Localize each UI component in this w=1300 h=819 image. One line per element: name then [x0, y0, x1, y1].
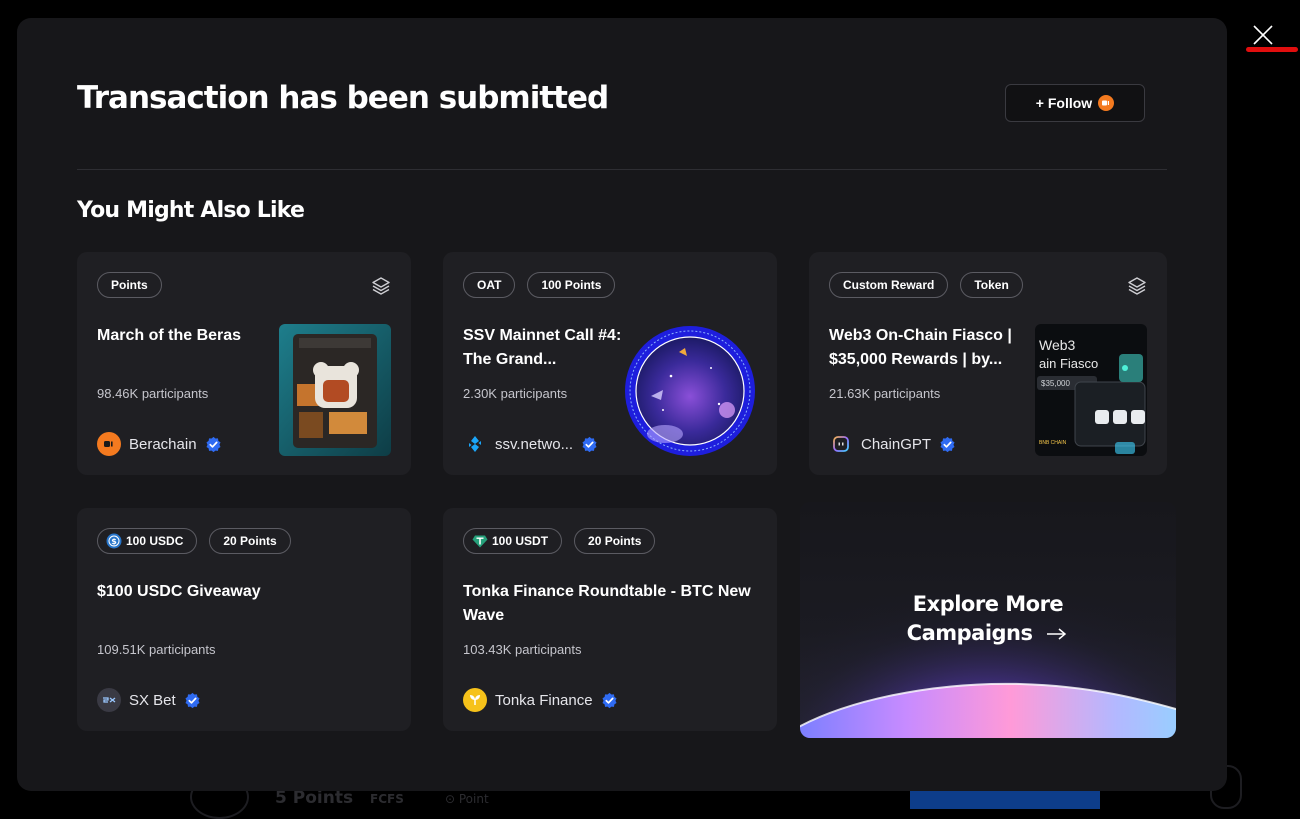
card-title: SSV Mainnet Call #4: The Grand... [463, 327, 622, 368]
tag-oat: OAT [463, 272, 516, 298]
follow-button[interactable]: + Follow [1005, 84, 1145, 122]
campaign-card[interactable]: Custom Reward Token Web3 On-Chain Fiasco… [809, 252, 1167, 475]
tag-points: Points [97, 272, 162, 298]
tag-usdt: 100 USDT [463, 528, 563, 554]
background-points: 5 Points [275, 788, 354, 808]
owner-name: Berachain [129, 435, 197, 453]
tag-usdt-label: 100 USDT [492, 534, 549, 548]
explore-line1: Explore More [912, 592, 1064, 616]
owner-link[interactable]: Berachain [97, 432, 222, 456]
verified-icon [602, 692, 617, 708]
arrow-right-icon [1047, 628, 1067, 640]
participants-count: 109.51K participants [97, 642, 216, 657]
sx-bet-logo-icon [97, 688, 121, 712]
campaign-thumbnail: Web3 ain Fiasco $35,000 BNB CHAIN [1035, 324, 1147, 456]
usdc-icon: $ [106, 533, 122, 549]
owner-name: ssv.netwo... [495, 435, 574, 453]
layers-icon [372, 277, 390, 295]
tag-usdc: $ 100 USDC [97, 528, 198, 554]
explore-line2: Campaigns [906, 621, 1033, 645]
campaign-card[interactable]: OAT 100 Points SSV Mainnet Call #4: The … [443, 252, 777, 475]
divider [77, 169, 1167, 170]
close-highlight [1246, 47, 1298, 52]
participants-count: 2.30K participants [463, 386, 568, 401]
verified-icon [582, 436, 597, 452]
campaign-card[interactable]: Points March of the Beras 98.46K partici… [77, 252, 411, 475]
tag-custom-reward: Custom Reward [829, 272, 949, 298]
svg-text:$: $ [111, 537, 117, 546]
svg-text:BNB CHAIN: BNB CHAIN [1039, 440, 1067, 446]
verified-icon [206, 436, 221, 452]
owner-link[interactable]: ChainGPT [829, 432, 956, 456]
close-button[interactable] [1250, 22, 1276, 48]
explore-more-campaigns-card[interactable]: Explore More Campaigns [800, 502, 1176, 738]
owner-link[interactable]: SX Bet [97, 688, 201, 712]
tag-points: 20 Points [209, 528, 291, 554]
svg-text:Web3: Web3 [1039, 337, 1076, 353]
background-point: ⊙ Point [445, 792, 489, 806]
participants-count: 98.46K participants [97, 386, 209, 401]
tag-token: Token [960, 272, 1023, 298]
close-icon [1253, 25, 1273, 45]
owner-name: Tonka Finance [495, 691, 593, 709]
campaign-thumbnail [279, 324, 391, 456]
campaign-card[interactable]: 100 USDT 20 Points Tonka Finance Roundta… [443, 508, 777, 731]
svg-text:$35,000: $35,000 [1041, 379, 1070, 388]
explore-text: Explore More Campaigns [800, 590, 1176, 648]
owner-link[interactable]: ssv.netwo... [463, 432, 598, 456]
card-title: $100 USDC Giveaway [97, 583, 261, 600]
svg-text:ain Fiasco: ain Fiasco [1039, 356, 1098, 371]
participants-count: 21.63K participants [829, 386, 941, 401]
tag-points: 20 Points [574, 528, 656, 554]
background-point-label: Point [458, 792, 489, 806]
owner-name: SX Bet [129, 691, 176, 709]
background-fcfs: FCFS [370, 792, 404, 806]
owner-link[interactable]: Tonka Finance [463, 688, 618, 712]
berachain-icon [1098, 95, 1115, 111]
participants-count: 103.43K participants [463, 642, 582, 657]
chaingpt-logo-icon [829, 432, 853, 456]
section-title: You Might Also Like [77, 198, 305, 223]
usdt-icon [472, 535, 488, 548]
tag-usdc-label: 100 USDC [126, 534, 184, 548]
verified-icon [940, 436, 955, 452]
campaign-thumbnail [623, 324, 757, 458]
berachain-logo-icon [97, 432, 121, 456]
ssv-network-logo-icon [463, 432, 487, 456]
tonka-finance-logo-icon [463, 688, 487, 712]
verified-icon [185, 692, 200, 708]
owner-name: ChainGPT [861, 435, 932, 453]
layers-icon [1128, 277, 1146, 295]
campaign-card[interactable]: $ 100 USDC 20 Points $100 USDC Giveaway … [77, 508, 411, 731]
card-title: Tonka Finance Roundtable - BTC New Wave [463, 583, 751, 624]
tag-points: 100 Points [527, 272, 616, 298]
explore-line2-row: Campaigns [800, 619, 1176, 648]
modal-title: Transaction has been submitted [77, 80, 609, 116]
card-title: Web3 On-Chain Fiasco | $35,000 Rewards |… [829, 327, 1012, 368]
follow-label: + Follow [1035, 95, 1093, 111]
